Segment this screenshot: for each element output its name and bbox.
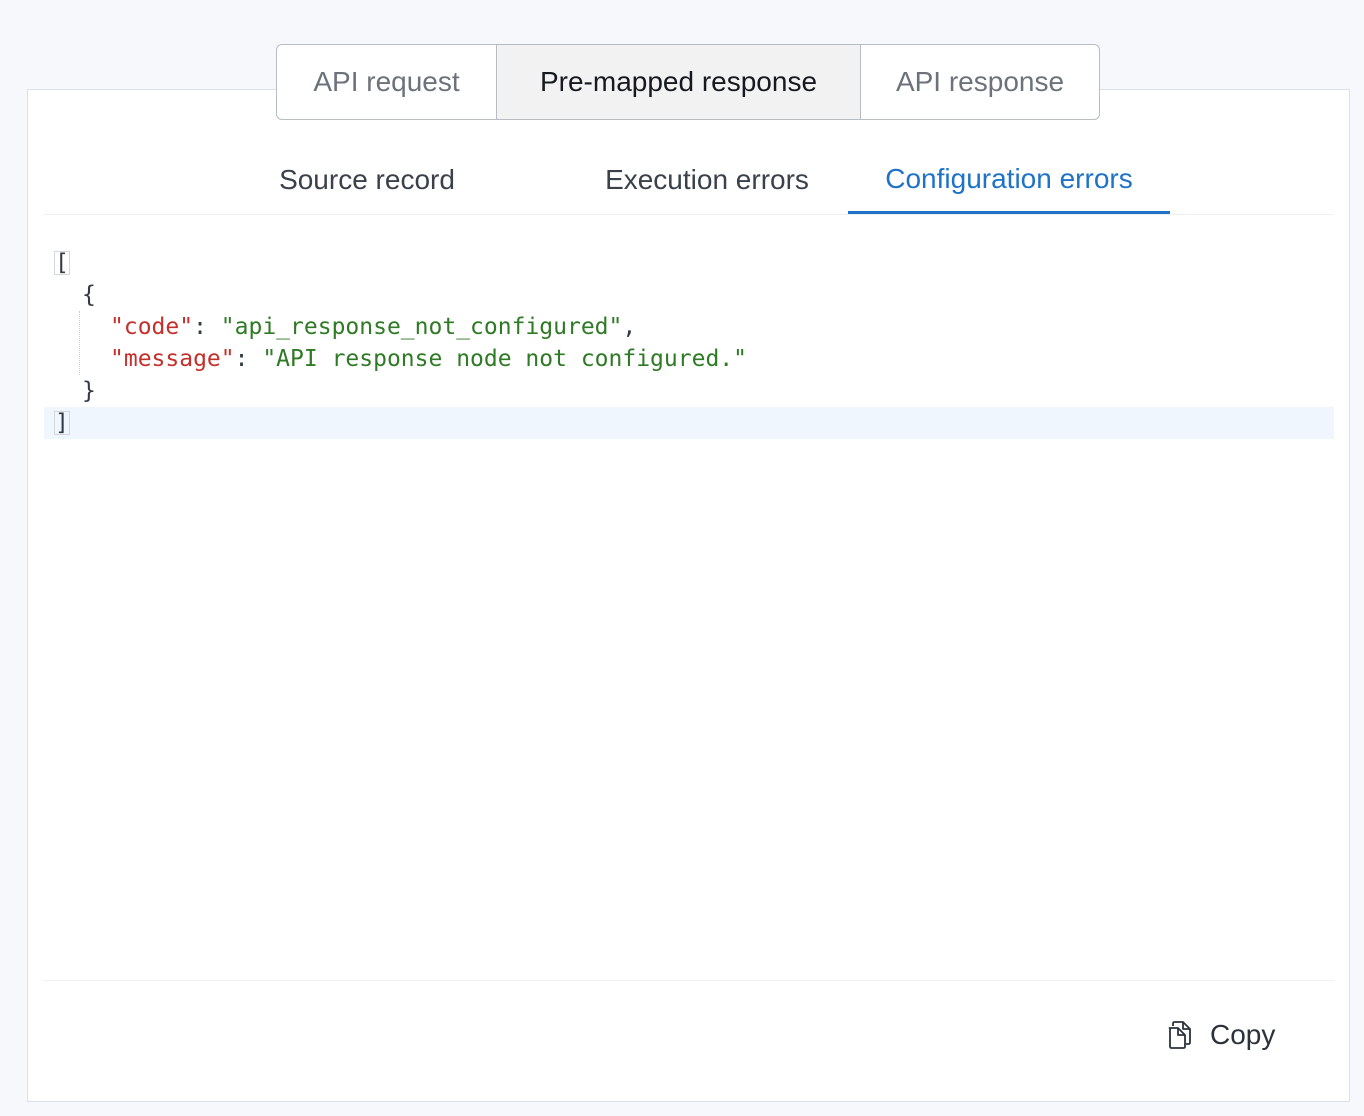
json-value: "API response node not configured." [262,346,747,372]
footer-divider [44,980,1334,981]
code-line: [ [44,247,1334,279]
code-line: "code": "api_response_not_configured", [44,311,1334,343]
json-key: "code" [110,314,194,340]
json-trailing-comma: , [622,314,637,340]
code-line-active: ] [44,407,1334,439]
code-line: } [44,375,1334,407]
open-brace: { [82,282,96,308]
segment-pre-mapped-response[interactable]: Pre-mapped response [496,45,860,119]
detail-tabs: Source record Execution errors Configura… [44,146,1334,215]
open-bracket: [ [54,250,70,276]
segment-api-request[interactable]: API request [277,45,496,119]
copy-label: Copy [1210,1019,1276,1050]
json-value: "api_response_not_configured" [220,314,623,340]
json-viewer[interactable]: [ { "code": "api_response_not_configured… [44,247,1334,439]
tab-source-record[interactable]: Source record [248,146,486,214]
tab-configuration-errors[interactable]: Configuration errors [848,146,1170,214]
segment-api-response[interactable]: API response [860,45,1099,119]
response-panel [27,89,1350,1102]
json-separator: : [234,346,263,372]
close-bracket: ] [54,410,70,436]
copy-icon [1166,1020,1194,1050]
copy-button[interactable]: Copy [1166,1014,1275,1056]
tab-execution-errors[interactable]: Execution errors [564,146,850,214]
code-line: "message": "API response node not config… [44,343,1334,375]
close-brace: } [82,378,96,404]
view-switcher: API request Pre-mapped response API resp… [276,44,1100,120]
json-separator: : [193,314,221,340]
code-line: { [44,279,1334,311]
json-key: "message" [110,346,235,372]
